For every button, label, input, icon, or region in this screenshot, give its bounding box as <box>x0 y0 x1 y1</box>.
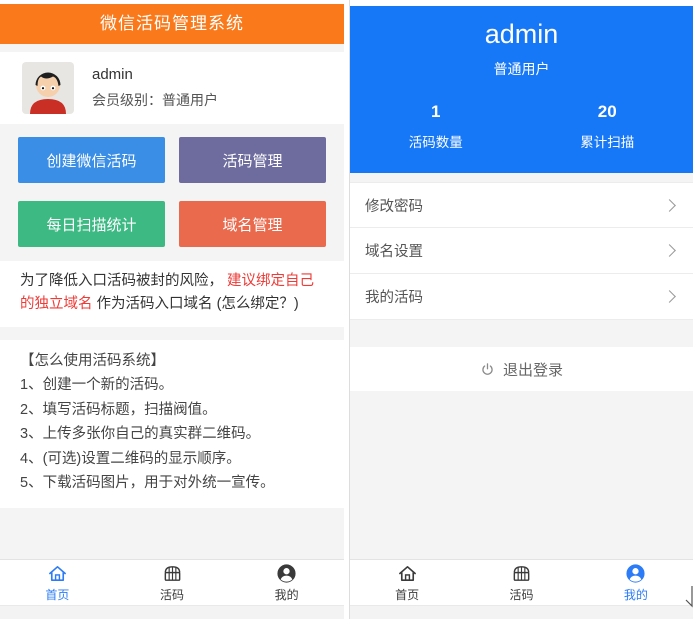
home-icon <box>398 565 416 581</box>
logout-label: 退出登录 <box>502 361 563 379</box>
chevron-right-icon <box>663 198 676 212</box>
right-margin <box>693 0 698 619</box>
settings-menu: 修改密码 域名设置 我的活码 <box>350 182 693 320</box>
user-icon <box>277 563 296 583</box>
tab-label: 活码 <box>509 587 534 602</box>
tab-home[interactable]: 首页 <box>0 560 115 605</box>
create-livecode-button[interactable]: 创建微信活码 <box>18 137 165 183</box>
livecode-manage-button[interactable]: 活码管理 <box>179 137 326 183</box>
guide-step: 1、创建一个新的活码。 <box>20 377 174 394</box>
guide-title: 【怎么使用活码系统】 <box>20 352 165 369</box>
profile-info: admin 会员级别：普通用户 <box>92 66 218 110</box>
power-icon <box>482 362 493 375</box>
tab-mine[interactable]: 我的 <box>579 560 693 605</box>
notice-text-pre: 为了降低入口活码被封的风险， <box>20 273 223 289</box>
profile-name: admin <box>92 66 133 83</box>
stat-value: 1 <box>431 102 441 121</box>
account-name: admin <box>484 19 559 49</box>
domain-manage-button[interactable]: 域名管理 <box>179 201 326 247</box>
stat-label: 累计扫描 <box>580 135 635 150</box>
bottom-strip <box>0 605 344 619</box>
guide-step: 2、填写活码标题，扫描阀值。 <box>20 401 217 418</box>
qr-chest-icon <box>164 565 180 581</box>
stat-livecode-count: 1 活码数量 <box>350 102 522 151</box>
logout-button[interactable]: 退出登录 <box>350 347 693 391</box>
menu-label: 我的活码 <box>365 290 423 306</box>
profile-card: admin 会员级别：普通用户 <box>0 52 344 124</box>
domain-binding-notice: 为了降低入口活码被封的风险， 建议绑定自己的独立域名 作为活码入口域名 (怎么绑… <box>0 261 344 328</box>
guide-step: 4、(可选)设置二维码的显示顺序。 <box>20 450 241 467</box>
my-account-screen: admin 普通用户 1 活码数量 20 累计扫描 修改密码 域名设置 我的活码 <box>350 0 693 619</box>
user-icon <box>626 563 645 583</box>
menu-label: 域名设置 <box>365 244 423 260</box>
daily-scan-stats-button[interactable]: 每日扫描统计 <box>18 201 165 247</box>
tab-livecode[interactable]: 活码 <box>115 560 230 605</box>
tab-label: 首页 <box>45 587 70 602</box>
notice-text-post: 作为活码入口域名 <box>96 296 213 313</box>
tab-mine[interactable]: 我的 <box>229 560 344 605</box>
action-button-grid: 创建微信活码 活码管理 每日扫描统计 域名管理 <box>0 124 344 259</box>
account-role-badge: 普通用户 <box>493 61 550 77</box>
profile-level: 会员级别：普通用户 <box>92 92 218 108</box>
text-cursor-artifact <box>685 586 693 608</box>
guide-step: 3、上传多张你自己的真实群二维码。 <box>20 426 261 443</box>
chevron-right-icon <box>663 290 676 303</box>
home-screen: 微信活码管理系统 admin 会员级别：普通用户 创建微信活码 活码管理 每日扫… <box>0 0 344 619</box>
usage-guide: 【怎么使用活码系统】 1、创建一个新的活码。 2、填写活码标题，扫描阀值。 3、… <box>0 340 344 508</box>
account-stats: 1 活码数量 20 累计扫描 <box>350 102 693 151</box>
app-header: 微信活码管理系统 <box>0 4 344 44</box>
account-header: admin 普通用户 1 活码数量 20 累计扫描 <box>350 6 693 173</box>
home-icon <box>48 565 66 581</box>
how-to-bind-link[interactable]: (怎么绑定？) <box>217 296 299 312</box>
menu-item-domain-settings[interactable]: 域名设置 <box>350 228 693 274</box>
qr-chest-icon <box>513 565 530 581</box>
tab-label: 我的 <box>274 587 299 602</box>
stat-total-scans: 20 累计扫描 <box>522 102 694 151</box>
tab-home[interactable]: 首页 <box>350 560 464 605</box>
tab-livecode[interactable]: 活码 <box>464 560 578 605</box>
right-tab-bar: 首页 活码 我的 <box>350 559 693 605</box>
tab-label: 我的 <box>623 587 648 602</box>
chevron-right-icon <box>663 244 676 257</box>
avatar <box>22 62 74 114</box>
tab-label: 活码 <box>160 587 185 602</box>
left-tab-bar: 首页 活码 我的 <box>0 559 344 605</box>
menu-item-my-livecodes[interactable]: 我的活码 <box>350 274 693 320</box>
guide-step: 5、下载活码图片，用于对外统一宣传。 <box>20 474 275 491</box>
tab-label: 首页 <box>395 587 420 602</box>
stat-label: 活码数量 <box>408 135 463 150</box>
bottom-strip <box>350 605 693 619</box>
menu-item-change-password[interactable]: 修改密码 <box>350 182 693 228</box>
stat-value: 20 <box>597 102 617 121</box>
menu-label: 修改密码 <box>365 198 423 215</box>
